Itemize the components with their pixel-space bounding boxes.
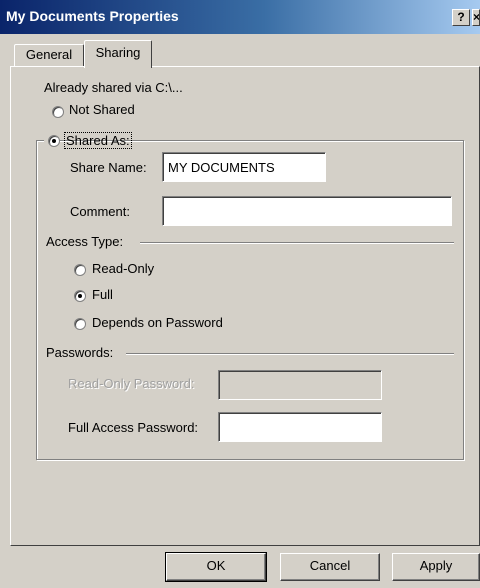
- shared-as-label[interactable]: Shared As:: [64, 132, 132, 149]
- depends-on-password-label[interactable]: Depends on Password: [92, 315, 223, 330]
- access-type-label: Access Type:: [46, 234, 124, 249]
- full-label[interactable]: Full: [92, 287, 113, 302]
- comment-input[interactable]: [162, 196, 452, 226]
- read-only-password-label: Read-Only Password:: [68, 376, 195, 391]
- not-shared-radio[interactable]: [52, 106, 64, 118]
- close-button[interactable]: ×: [472, 9, 480, 26]
- cancel-button-label: Cancel: [309, 558, 351, 573]
- full-access-password-label: Full Access Password:: [68, 420, 199, 435]
- tab-general-label: General: [25, 47, 73, 62]
- cancel-button[interactable]: Cancel: [280, 553, 380, 581]
- read-only-password-input: [218, 370, 382, 400]
- read-only-label[interactable]: Read-Only: [92, 261, 154, 276]
- shared-status-text: Already shared via C:\...: [44, 80, 183, 95]
- ok-button[interactable]: OK: [165, 552, 267, 582]
- full-radio[interactable]: [74, 290, 86, 302]
- full-access-password-input[interactable]: [218, 412, 382, 442]
- tab-sharing[interactable]: Sharing: [84, 40, 152, 68]
- tab-general[interactable]: General: [14, 44, 84, 66]
- access-type-divider: [140, 242, 454, 244]
- share-name-input[interactable]: [162, 152, 326, 182]
- title-bar[interactable]: My Documents Properties ? ×: [0, 0, 480, 34]
- help-icon: ?: [457, 10, 465, 24]
- not-shared-label[interactable]: Not Shared: [69, 102, 135, 117]
- share-name-label: Share Name:: [70, 160, 147, 175]
- shared-as-radio[interactable]: [48, 135, 60, 147]
- passwords-divider: [126, 353, 454, 355]
- tab-sharing-label: Sharing: [95, 45, 141, 60]
- window-title: My Documents Properties: [6, 8, 179, 24]
- close-icon: ×: [473, 10, 480, 24]
- comment-label: Comment:: [70, 204, 130, 219]
- read-only-radio[interactable]: [74, 264, 86, 276]
- ok-button-label: OK: [206, 558, 226, 573]
- depends-on-password-radio[interactable]: [74, 318, 86, 330]
- help-button[interactable]: ?: [452, 9, 470, 26]
- apply-button[interactable]: Apply: [392, 553, 480, 581]
- passwords-label: Passwords:: [46, 345, 114, 360]
- apply-button-label: Apply: [419, 558, 453, 573]
- shared-as-option[interactable]: Shared As:: [44, 130, 132, 152]
